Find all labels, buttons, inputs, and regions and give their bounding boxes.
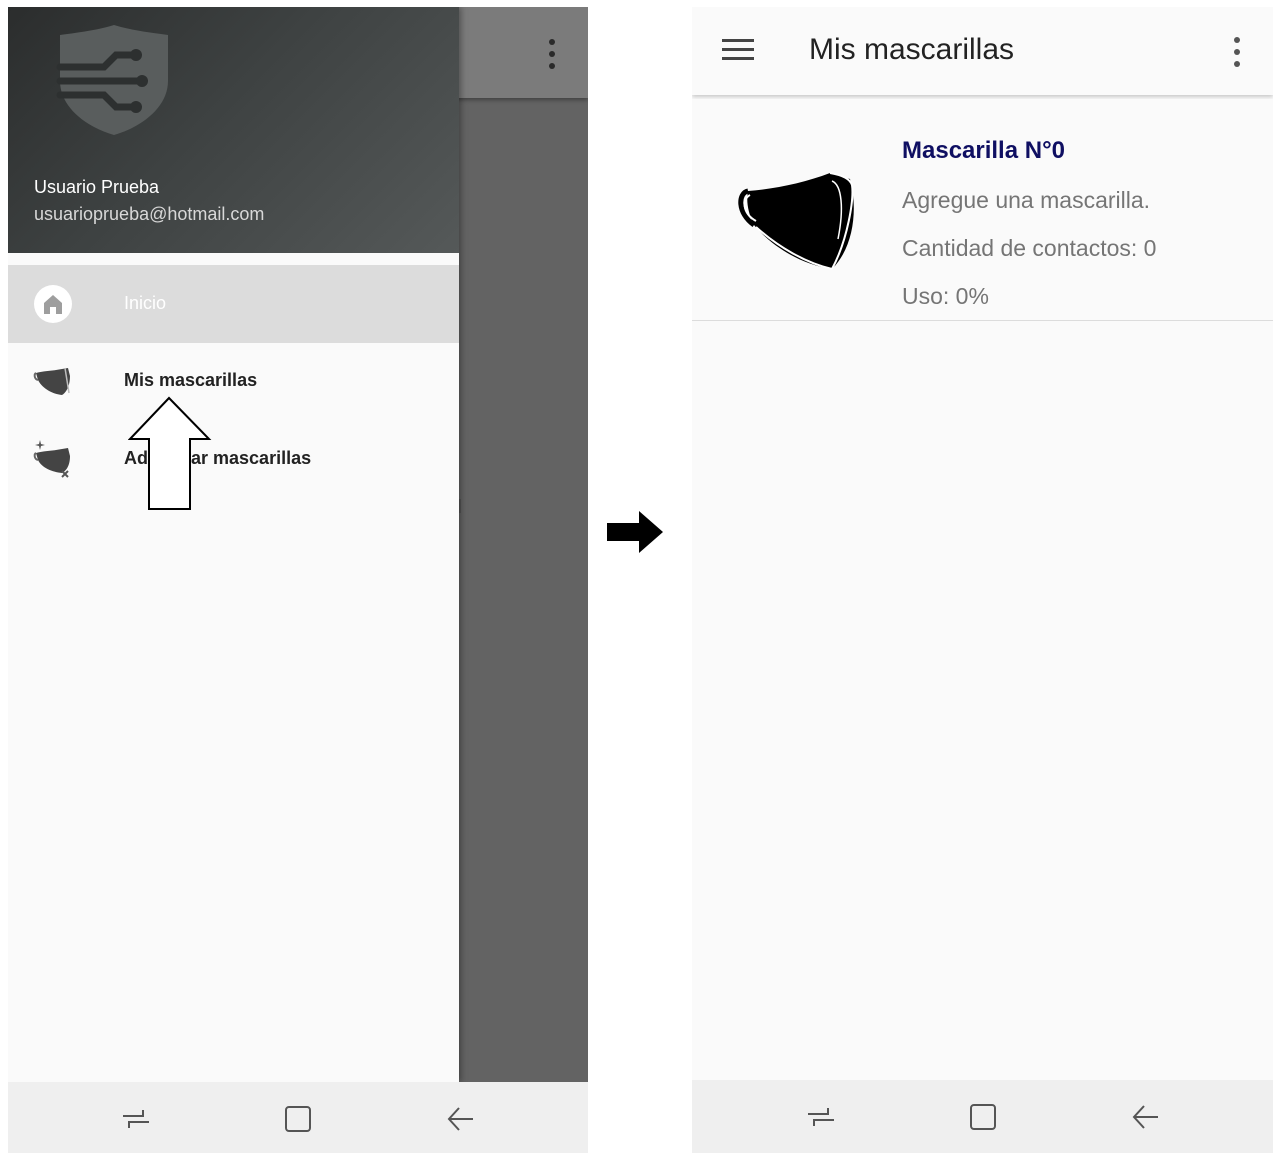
drawer-item-inicio[interactable]: Inicio: [8, 265, 459, 343]
menu-icon[interactable]: [722, 39, 754, 61]
mask-settings-icon: [33, 440, 70, 478]
recent-apps-icon[interactable]: [806, 1102, 836, 1132]
mask-card-usage: Uso: 0%: [902, 283, 989, 309]
more-vert-icon[interactable]: [1229, 37, 1245, 67]
drawer-user-name: Usuario Prueba: [34, 177, 160, 197]
drawer-item-mis-mascarillas[interactable]: Mis mascarillas: [8, 342, 459, 420]
drawer-user-email: usuarioprueba@hotmail.com: [34, 204, 265, 224]
mask-card-contacts: Cantidad de contactos: 0: [902, 235, 1157, 261]
right-phone-screen: Mis mascarillas Mascarilla N°0 Agregue u…: [692, 7, 1273, 1153]
up-arrow-annotation-icon: [128, 396, 212, 510]
shield-logo-icon: [56, 25, 168, 135]
back-icon[interactable]: [1130, 1102, 1160, 1132]
mask-icon: [738, 172, 854, 270]
system-navigation-bar: [8, 1082, 588, 1153]
home-button-icon[interactable]: [968, 1102, 998, 1132]
recent-apps-icon[interactable]: [121, 1104, 151, 1134]
drawer-item-label: Inicio: [124, 293, 167, 313]
mask-card[interactable]: Mascarilla N°0 Agregue una mascarilla. C…: [692, 99, 1273, 321]
arrow-right-icon: [607, 511, 663, 553]
drawer-item-administrar-mascarillas[interactable]: Ad strar mascarillas: [8, 420, 459, 498]
navigation-drawer: Usuario Prueba usuarioprueba@hotmail.com…: [8, 7, 459, 1082]
mask-card-description: Agregue una mascarilla.: [902, 187, 1151, 213]
mask-card-title: Mascarilla N°0: [902, 137, 1066, 164]
app-bar: Mis mascarillas: [692, 7, 1273, 95]
drawer-header: Usuario Prueba usuarioprueba@hotmail.com: [8, 7, 459, 253]
left-phone-screen: Usuario Prueba usuarioprueba@hotmail.com…: [8, 7, 588, 1153]
more-vert-icon[interactable]: [544, 39, 560, 69]
home-button-icon[interactable]: [283, 1104, 313, 1134]
home-icon: [34, 285, 72, 323]
page-title: Mis mascarillas: [809, 33, 1015, 66]
back-icon[interactable]: [445, 1104, 475, 1134]
system-navigation-bar: [692, 1080, 1273, 1153]
mask-icon: [33, 367, 70, 395]
drawer-item-label: Mis mascarillas: [124, 370, 258, 390]
